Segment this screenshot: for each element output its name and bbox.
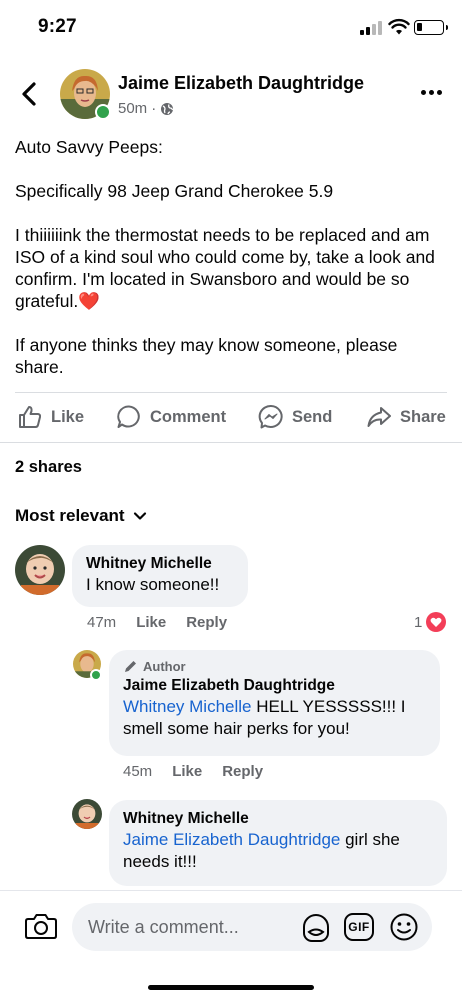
- reply-bubble[interactable]: Author Jaime Elizabeth Daughtridge Whitn…: [109, 650, 440, 756]
- meta-separator: ·: [151, 100, 157, 117]
- comment-like-button[interactable]: Like: [172, 763, 202, 780]
- author-avatar[interactable]: [60, 69, 111, 120]
- commenter-name[interactable]: Whitney Michelle: [123, 809, 433, 829]
- divider: [15, 392, 447, 393]
- commenter-avatar[interactable]: [72, 799, 102, 829]
- send-button[interactable]: Send: [258, 404, 332, 430]
- emoji-icon[interactable]: [389, 912, 419, 942]
- chevron-down-icon: [133, 512, 146, 520]
- like-label: Like: [51, 407, 85, 426]
- comment-actions: 45m Like Reply: [123, 763, 283, 780]
- mention-link[interactable]: Whitney Michelle: [123, 697, 252, 716]
- gif-label: GIF: [348, 920, 370, 934]
- share-button[interactable]: Share: [366, 404, 446, 430]
- pencil-icon: [125, 660, 136, 672]
- comment-text: I know someone!!: [86, 575, 220, 594]
- comment-composer: GIF: [0, 890, 462, 1000]
- reaction-number: 1: [414, 613, 423, 631]
- commenter-avatar[interactable]: [15, 545, 65, 595]
- comment-label: Comment: [150, 407, 227, 426]
- globe-icon: [161, 102, 174, 115]
- commenter-name[interactable]: Jaime Elizabeth Daughtridge: [123, 676, 426, 696]
- post-header: Jaime Elizabeth Daughtridge 50m ·: [0, 64, 462, 124]
- comment-time: 45m: [123, 763, 153, 780]
- comment-text: Whitney Michelle HELL YESSSSS!!! I smell…: [123, 696, 426, 740]
- comment-actions: 47m Like Reply: [87, 614, 247, 631]
- wifi-icon: [388, 18, 410, 35]
- gif-button[interactable]: GIF: [344, 913, 374, 941]
- author-tag-label: Author: [143, 659, 186, 674]
- home-indicator: [148, 985, 314, 990]
- battery-icon: [414, 20, 448, 35]
- like-button[interactable]: Like: [17, 404, 84, 430]
- comment-text: Jaime Elizabeth Daughtridge girl she nee…: [123, 829, 433, 873]
- comment-reply-button[interactable]: Reply: [186, 614, 227, 631]
- post-meta: 50m ·: [118, 100, 174, 117]
- comment-input[interactable]: [72, 903, 432, 951]
- share-arrow-icon: [367, 407, 391, 427]
- back-arrow-icon[interactable]: [16, 78, 44, 110]
- share-label: Share: [400, 407, 446, 426]
- post-action-bar: Like Comment Send Share: [0, 396, 462, 440]
- reaction-count[interactable]: 1: [414, 612, 447, 632]
- commenter-name[interactable]: Whitney Michelle: [86, 554, 234, 574]
- author-name[interactable]: Jaime Elizabeth Daughtridge: [118, 73, 364, 94]
- author-badge: Author: [123, 659, 426, 674]
- comment-sort-dropdown[interactable]: Most relevant: [15, 506, 147, 526]
- heart-reaction-icon: [426, 612, 447, 632]
- post-paragraph: Auto Savvy Peeps:: [15, 137, 163, 157]
- mention-link[interactable]: Jaime Elizabeth Daughtridge: [123, 830, 340, 849]
- divider: [0, 442, 462, 443]
- messenger-icon: [258, 404, 283, 429]
- shares-count[interactable]: 2 shares: [15, 458, 82, 477]
- post-paragraph: I thiiiiiink the thermostat needs to be …: [15, 224, 447, 312]
- more-options-button[interactable]: [418, 82, 444, 102]
- post-body: Auto Savvy Peeps: Specifically 98 Jeep G…: [15, 136, 447, 400]
- thumbs-up-icon: [19, 406, 42, 428]
- avatar-sticker-icon[interactable]: [300, 913, 332, 943]
- post-paragraph: Specifically 98 Jeep Grand Cherokee 5.9: [15, 181, 334, 201]
- post-timestamp[interactable]: 50m: [118, 100, 147, 117]
- post-paragraph: If anyone thinks they may know someone, …: [15, 335, 398, 377]
- signal-icon: [360, 21, 384, 35]
- sort-label: Most relevant: [15, 506, 125, 525]
- reply-bubble[interactable]: Whitney Michelle Jaime Elizabeth Daughtr…: [109, 800, 447, 886]
- comment-reply-button[interactable]: Reply: [222, 763, 263, 780]
- online-status-dot: [90, 669, 102, 681]
- comment-like-button[interactable]: Like: [136, 614, 166, 631]
- status-time: 9:27: [38, 16, 77, 37]
- status-bar: 9:27: [0, 0, 462, 56]
- send-label: Send: [292, 407, 333, 426]
- camera-icon[interactable]: [24, 911, 58, 941]
- comment-time: 47m: [87, 614, 117, 631]
- comment-button[interactable]: Comment: [116, 404, 226, 430]
- heart-emoji: ❤️: [78, 291, 101, 311]
- online-status-dot: [95, 104, 111, 120]
- comment-bubble[interactable]: Whitney Michelle I know someone!!: [72, 545, 248, 607]
- comment-bubble-icon: [117, 405, 140, 428]
